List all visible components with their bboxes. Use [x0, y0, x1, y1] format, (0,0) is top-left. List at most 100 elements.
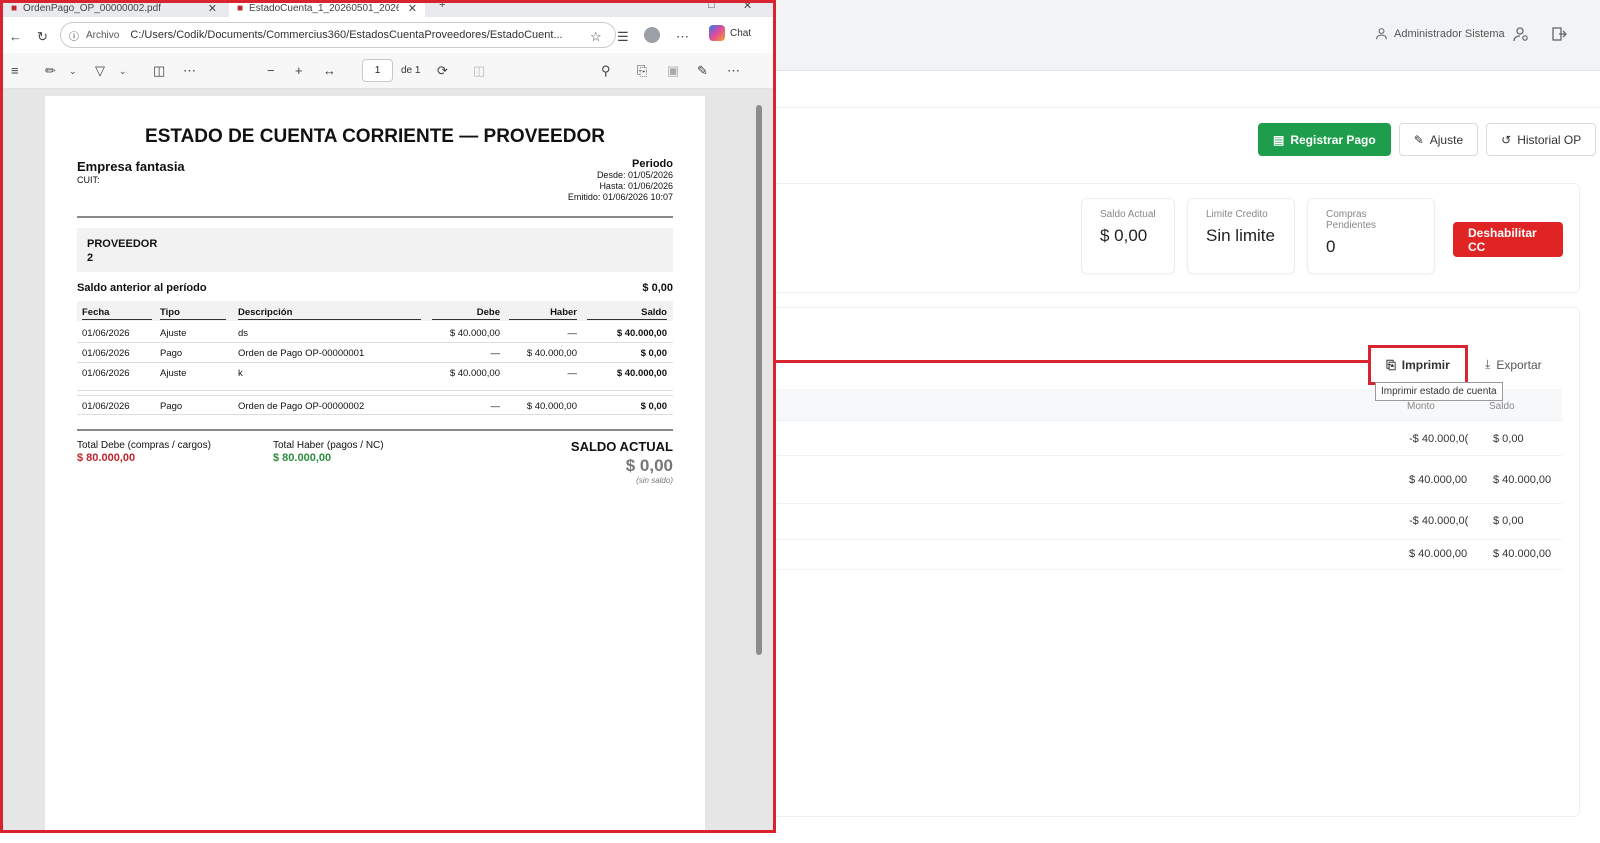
col-tipo: Tipo — [160, 307, 226, 320]
cell-debe: — — [490, 348, 501, 359]
logout-icon[interactable] — [1551, 26, 1567, 42]
scroll-thumb[interactable] — [756, 105, 762, 655]
chevron-down-icon[interactable]: ⌄ — [119, 66, 127, 77]
tab-strip: ■ OrdenPago_OP_00000002.pdf ✕ ■ EstadoCu… — [3, 3, 773, 17]
row-monto: -$ 40.000,0( — [1409, 433, 1469, 445]
profile-avatar[interactable] — [644, 27, 660, 43]
user-menu[interactable]: Administrador Sistema — [1375, 27, 1505, 40]
highlight-connector-line — [776, 360, 1368, 363]
user-icon — [1376, 28, 1387, 40]
maximize-icon[interactable]: □ — [708, 3, 715, 11]
table-row: -$ 40.000,0( $ 0,00 — [771, 421, 1562, 456]
saldo-actual-value: $ 0,00 — [625, 456, 673, 475]
row-saldo: $ 0,00 — [1493, 515, 1524, 527]
back-icon[interactable]: ← — [9, 29, 22, 44]
periodo-label: Periodo — [632, 158, 673, 170]
new-tab-icon[interactable]: + — [439, 3, 445, 11]
imprimir-label: Imprimir — [1401, 358, 1450, 372]
settings-more-icon[interactable]: ⋯ — [727, 63, 740, 79]
cell-tipo: Ajuste — [160, 328, 187, 339]
favorite-star-icon[interactable]: ☆ — [590, 29, 602, 45]
periodo-emitido: Emitido: 01/06/2026 10:07 — [567, 192, 673, 202]
cell-haber: — — [567, 368, 578, 379]
col-saldo: Saldo — [1489, 401, 1515, 412]
proveedor-label: PROVEEDOR — [87, 238, 158, 250]
saldo-actual-label: SALDO ACTUAL — [570, 439, 673, 454]
cell-haber: — — [567, 328, 578, 339]
exportar-label: Exportar — [1496, 357, 1542, 372]
zoom-out-icon[interactable]: − — [267, 63, 275, 78]
fit-page-icon[interactable]: ↔ — [323, 63, 336, 78]
cell-debe: — — [490, 401, 501, 412]
pdf-browser-window: ■ OrdenPago_OP_00000002.pdf ✕ ■ EstadoCu… — [0, 0, 776, 833]
more-menu-icon[interactable]: ⋯ — [676, 29, 689, 45]
download-icon: ⤓ — [1485, 357, 1491, 371]
close-tab-icon[interactable]: ✕ — [408, 3, 417, 15]
tab-title: OrdenPago_OP_00000002.pdf — [23, 2, 161, 14]
contents-icon[interactable]: ≡ — [11, 63, 19, 78]
save-icon[interactable]: ▣ — [667, 63, 679, 79]
cell-fecha: 01/06/2026 — [82, 401, 130, 412]
saldo-anterior-label: Saldo anterior al período — [77, 282, 207, 294]
periodo-desde: Desde: 01/05/2026 — [596, 170, 673, 180]
print-icon[interactable]: ⎘ — [637, 63, 647, 79]
imprimir-button[interactable]: ⎘ Imprimir — [1368, 345, 1468, 385]
pdf-file-icon: ■ — [237, 2, 244, 14]
zoom-in-icon[interactable]: + — [295, 63, 303, 78]
row-saldo: $ 0,00 — [1493, 433, 1524, 445]
row-monto: $ 40.000,00 — [1409, 548, 1468, 560]
save-as-icon[interactable]: ✎ — [697, 63, 708, 79]
refresh-icon[interactable]: ↻ — [37, 29, 48, 45]
pdf-file-icon: ■ — [11, 2, 18, 14]
cell-haber: $ 40.000,00 — [526, 401, 577, 412]
registrar-pago-button[interactable]: ▤ Registrar Pago — [1258, 123, 1391, 156]
cell-tipo: Pago — [160, 348, 183, 359]
divider — [77, 216, 673, 218]
pencil-icon: ✎ — [1413, 132, 1424, 147]
two-page-icon[interactable]: ◫ — [473, 63, 485, 79]
proveedor-box: PROVEEDOR 2 — [77, 228, 673, 272]
chevron-down-icon[interactable]: ⌄ — [69, 66, 77, 77]
historial-op-button[interactable]: ↺ Historial OP — [1486, 123, 1597, 156]
total-debe-label: Total Debe (compras / cargos) — [77, 440, 211, 451]
exportar-button[interactable]: ⤓ Exportar — [1485, 357, 1542, 372]
page-total: de 1 — [401, 65, 421, 76]
url-input[interactable]: ⓘ Archivo C:/Users/Codik/Documents/Comme… — [60, 22, 616, 48]
copilot-chat-button[interactable]: Chat — [709, 25, 751, 41]
pdf-toolbar: ≡ ✏ ⌄ ▽ ⌄ ◫ ⋯ − + ↔ 1 de 1 ⟳ ◫ ⚲ ⎘ ▣ ✎ ⋯ — [3, 53, 773, 89]
cell-fecha: 01/06/2026 — [82, 348, 130, 359]
tab-estado-cuenta[interactable]: ■ EstadoCuenta_1_20260501_2026 ✕ — [229, 2, 425, 17]
tab-orden-pago[interactable]: ■ OrdenPago_OP_00000002.pdf ✕ — [3, 2, 225, 17]
highlight-icon[interactable]: ✏ — [45, 63, 56, 79]
ajuste-button[interactable]: ✎ Ajuste — [1398, 123, 1479, 156]
cuit-label: CUIT: — [77, 175, 100, 185]
scrollbar[interactable] — [755, 93, 763, 830]
text-box-icon[interactable]: ◫ — [153, 63, 165, 79]
search-icon[interactable]: ⚲ — [601, 63, 611, 79]
total-haber-label: Total Haber (pagos / NC) — [273, 440, 384, 451]
page-number-input[interactable]: 1 — [362, 59, 393, 82]
cell-haber: $ 40.000,00 — [526, 348, 577, 359]
saldo-anterior-value: $ 0,00 — [642, 282, 673, 294]
more-tools-icon[interactable]: ⋯ — [183, 63, 196, 79]
col-fecha: Fecha — [82, 307, 152, 320]
col-monto: Monto — [1407, 401, 1435, 412]
table-row: $ 40.000,00 $ 40.000,00 — [771, 456, 1562, 504]
total-haber-value: $ 80.000,00 — [273, 452, 332, 464]
col-saldo: Saldo — [587, 307, 667, 320]
saldo-anterior: Saldo anterior al período $ 0,00 — [77, 282, 673, 294]
close-tab-icon[interactable]: ✕ — [208, 3, 217, 15]
close-window-icon[interactable]: ✕ — [743, 3, 752, 12]
favorites-list-icon[interactable]: ☰ — [617, 29, 629, 45]
deshabilitar-cc-button[interactable]: Deshabilitar CC — [1453, 222, 1563, 257]
total-debe-value: $ 80.000,00 — [77, 452, 136, 464]
periodo-hasta: Hasta: 01/06/2026 — [599, 181, 673, 191]
info-icon: ⓘ — [69, 31, 79, 43]
rotate-icon[interactable]: ⟳ — [437, 63, 448, 79]
draw-icon[interactable]: ▽ — [95, 63, 105, 79]
user-settings-icon[interactable] — [1513, 26, 1529, 42]
saldo-actual-block: SALDO ACTUAL $ 0,00 (sin saldo) — [571, 439, 673, 485]
cell-saldo: $ 0,00 — [640, 401, 667, 412]
stat-label: Compras Pendientes — [1326, 209, 1377, 231]
url-text: C:/Users/Codik/Documents/Commercius360/E… — [130, 29, 563, 41]
